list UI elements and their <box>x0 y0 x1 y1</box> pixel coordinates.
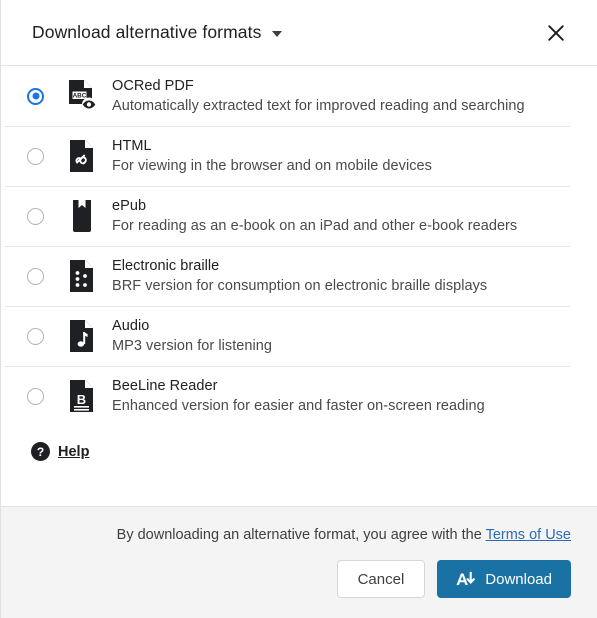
option-labels: Audio MP3 version for listening <box>112 317 272 355</box>
option-row-html[interactable]: HTML For viewing in the browser and on m… <box>1 126 597 186</box>
help-row[interactable]: ? Help <box>1 426 597 461</box>
option-row-beeline-reader[interactable]: B BeeLine Reader Enhanced version for ea… <box>1 366 597 426</box>
terms-notice: By downloading an alternative format, yo… <box>117 527 571 543</box>
option-title: HTML <box>112 137 152 154</box>
bookmark-icon <box>59 199 105 233</box>
option-row-audio[interactable]: Audio MP3 version for listening <box>1 306 597 366</box>
document-braille-icon <box>59 259 105 293</box>
close-icon <box>548 24 564 41</box>
option-row-electronic-braille[interactable]: Electronic braille BRF version for consu… <box>1 246 597 306</box>
option-labels: ePub For reading as an e-book on an iPad… <box>112 197 517 235</box>
terms-notice-text: By downloading an alternative format, yo… <box>116 527 482 543</box>
page-title: Download alternative formats <box>32 22 262 42</box>
option-description: BRF version for consumption on electroni… <box>112 277 488 294</box>
svg-text:?: ? <box>37 445 44 459</box>
option-title: Electronic braille <box>112 257 220 274</box>
svg-text:ABC: ABC <box>73 93 87 100</box>
terms-of-use-link[interactable]: Terms of Use <box>486 527 571 543</box>
option-labels: HTML For viewing in the browser and on m… <box>112 137 432 175</box>
radio-audio[interactable] <box>27 327 44 345</box>
font-download-arrow-icon <box>456 571 476 585</box>
option-title: BeeLine Reader <box>112 377 218 394</box>
header-title-dropdown[interactable]: Download alternative formats <box>32 22 283 43</box>
radio-html[interactable] <box>27 147 44 165</box>
radio-beeline-reader[interactable] <box>27 387 44 405</box>
chevron-down-icon[interactable] <box>272 31 283 37</box>
download-button-label: Download <box>485 570 552 588</box>
dialog-footer: By downloading an alternative format, yo… <box>1 506 597 618</box>
option-description: For reading as an e-book on an iPad and … <box>112 217 518 234</box>
option-description: For viewing in the browser and on mobile… <box>112 157 432 174</box>
document-link-icon <box>59 139 105 173</box>
cancel-button[interactable]: Cancel <box>336 560 426 598</box>
document-b-icon: B <box>59 379 105 413</box>
help-circle-icon: ? <box>31 442 50 461</box>
radio-ocred-pdf[interactable] <box>27 87 44 105</box>
option-labels: OCRed PDF Automatically extracted text f… <box>112 77 525 115</box>
option-labels: BeeLine Reader Enhanced version for easi… <box>112 377 485 415</box>
footer-buttons: Cancel Download <box>336 560 571 598</box>
help-link[interactable]: Help <box>58 444 89 460</box>
close-button[interactable] <box>539 16 573 50</box>
format-options-list: ABC OCRed PDF Automatically extracted te… <box>1 66 597 506</box>
option-description: MP3 version for listening <box>112 337 273 354</box>
option-row-ocred-pdf[interactable]: ABC OCRed PDF Automatically extracted te… <box>1 66 597 126</box>
option-description: Enhanced version for easier and faster o… <box>112 397 485 414</box>
option-labels: Electronic braille BRF version for consu… <box>112 257 487 295</box>
radio-epub[interactable] <box>27 207 44 225</box>
download-button[interactable]: Download <box>437 560 571 598</box>
option-description: Automatically extracted text for improve… <box>112 97 525 114</box>
download-alternative-formats-dialog: Download alternative formats ABC OCRed P… <box>0 0 597 618</box>
radio-electronic-braille[interactable] <box>27 267 44 285</box>
svg-text:B: B <box>77 392 86 407</box>
option-row-epub[interactable]: ePub For reading as an e-book on an iPad… <box>1 186 597 246</box>
option-title: ePub <box>112 197 147 214</box>
document-ocr-eye-icon: ABC <box>59 79 105 113</box>
document-music-note-icon <box>59 319 105 353</box>
option-title: Audio <box>112 317 150 334</box>
dialog-header: Download alternative formats <box>1 0 597 66</box>
option-title: OCRed PDF <box>112 77 194 94</box>
